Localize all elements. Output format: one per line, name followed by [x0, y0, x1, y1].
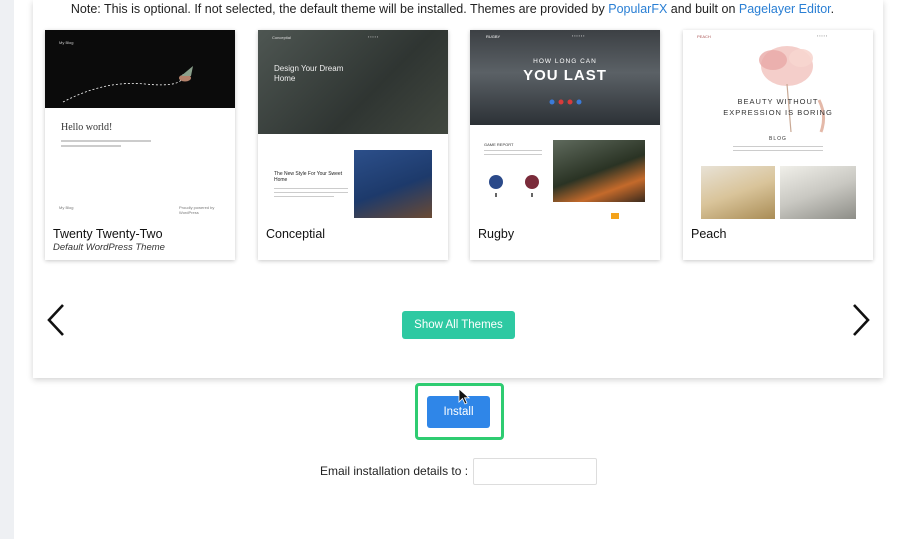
thumb-text-line [61, 145, 121, 147]
popularfx-link[interactable]: PopularFX [608, 2, 667, 16]
thumb-text-line [484, 150, 542, 151]
thumb-footer-credit: Proudly powered by WordPress [179, 205, 215, 215]
thumb-brand: PEACH [697, 34, 711, 39]
flower-illustration [759, 46, 826, 133]
theme-note: Note: This is optional. If not selected,… [0, 2, 905, 16]
thumb-text-line [61, 140, 151, 142]
note-prefix: Note: This is optional. If not selected,… [70, 2, 609, 16]
theme-name: Peach [691, 227, 727, 241]
thumbnail-header: My Blog [45, 30, 235, 108]
thumb-headline-big: YOU LAST [523, 67, 607, 84]
social-dots [549, 99, 582, 105]
thumb-blog-heading: BLOG [769, 136, 787, 142]
thumb-text-line [274, 192, 348, 193]
thumb-footer-site: My Blog [59, 205, 74, 210]
thumb-game-photo [553, 140, 645, 202]
show-all-themes-button[interactable]: Show All Themes [402, 311, 515, 339]
thumb-perfume-image [780, 166, 856, 219]
thumb-room-image [354, 150, 432, 218]
email-label: Email installation details to : [320, 464, 469, 478]
theme-thumbnail: RUGBY ▪ ▪ ▪ ▪ ▪ ▪ HOW LONG CAN YOU LAST … [470, 30, 660, 219]
thumb-nav: ▪ ▪ ▪ ▪ ▪ [817, 34, 828, 38]
thumb-text-line [484, 154, 542, 155]
team-logos [489, 175, 539, 197]
chevron-left-icon[interactable] [45, 303, 69, 337]
bird-illustration [62, 66, 193, 103]
thumb-perfume-image [701, 166, 775, 219]
pagelayer-link[interactable]: Pagelayer Editor [739, 2, 831, 16]
mouse-pointer-icon [458, 388, 470, 405]
chevron-right-icon[interactable] [848, 303, 872, 337]
thumb-text-line [274, 188, 348, 189]
theme-name: Conceptial [266, 227, 326, 241]
thumb-report: GAME REPORT [484, 142, 514, 147]
theme-name: Twenty Twenty-Two [53, 227, 163, 241]
thumb-hello: Hello world! [61, 122, 113, 133]
thumb-text-line [274, 196, 334, 197]
thumb-body-title: The New Style For Your Sweet Home [274, 171, 343, 183]
theme-card-conceptial[interactable]: Conceptial ▪ ▪ ▪ ▪ ▪ Design Your Dream H… [258, 30, 448, 260]
theme-name: Rugby [478, 227, 515, 241]
thumb-headline: Design Your Dream Home [274, 64, 344, 83]
theme-thumbnail: PEACH ▪ ▪ ▪ ▪ ▪ BEAUTY WITHOUT EXPRESSIO… [683, 30, 873, 219]
thumb-nav: ▪ ▪ ▪ ▪ ▪ ▪ [572, 34, 585, 38]
note-middle: and built on [667, 2, 739, 16]
thumb-headline-small: HOW LONG CAN [533, 58, 597, 65]
thumb-brand: Conceptial [272, 35, 291, 40]
thumb-headline: BEAUTY WITHOUT EXPRESSION IS BORING [723, 97, 833, 117]
note-suffix: . [830, 2, 835, 16]
theme-card-peach[interactable]: PEACH ▪ ▪ ▪ ▪ ▪ BEAUTY WITHOUT EXPRESSIO… [683, 30, 873, 260]
thumb-text-line [733, 150, 823, 151]
theme-thumbnail: My Blog Hello world! My Blog Proudly pow… [45, 30, 235, 219]
thumb-nav: ▪ ▪ ▪ ▪ ▪ [368, 35, 379, 39]
thumb-accent [611, 213, 619, 219]
thumb-text-line [733, 146, 823, 147]
theme-subtitle: Default WordPress Theme [53, 242, 165, 253]
theme-card-twenty-twenty-two[interactable]: My Blog Hello world! My Blog Proudly pow… [45, 30, 235, 260]
theme-thumbnail: Conceptial ▪ ▪ ▪ ▪ ▪ Design Your Dream H… [258, 30, 448, 219]
thumb-brand: RUGBY [486, 34, 501, 39]
email-input[interactable] [473, 458, 597, 485]
theme-card-rugby[interactable]: RUGBY ▪ ▪ ▪ ▪ ▪ ▪ HOW LONG CAN YOU LAST … [470, 30, 660, 260]
